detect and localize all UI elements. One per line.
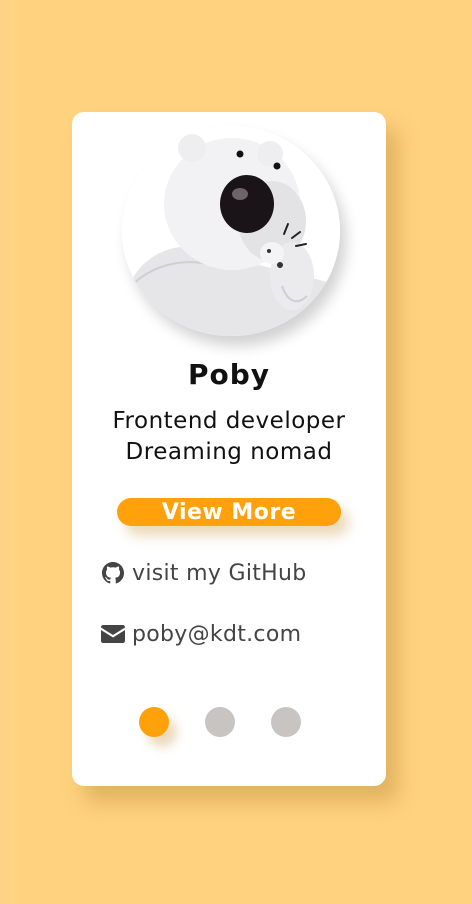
profile-name: Poby	[187, 358, 271, 391]
github-link-label: visit my GitHub	[132, 560, 307, 586]
pagination-dot-3[interactable]	[271, 707, 301, 737]
view-more-button[interactable]: View More	[117, 498, 341, 526]
pagination-dots	[137, 707, 317, 747]
profile-role-line-1: Frontend developer	[112, 408, 346, 434]
profile-role-line-2: Dreaming nomad	[125, 439, 333, 465]
pagination-dot-1[interactable]	[139, 707, 169, 737]
github-icon	[100, 560, 126, 586]
email-link-label: poby@kdt.com	[132, 621, 302, 647]
pagination-dot-2[interactable]	[205, 707, 235, 737]
avatar	[122, 126, 340, 336]
email-link[interactable]: poby@kdt.com	[100, 619, 301, 649]
background-shade	[0, 0, 26, 904]
profile-card: Poby Frontend developer Dreaming nomad V…	[72, 112, 386, 786]
polar-bear-avatar-icon	[122, 126, 340, 336]
github-link[interactable]: visit my GitHub	[100, 558, 307, 588]
envelope-icon	[100, 621, 126, 647]
